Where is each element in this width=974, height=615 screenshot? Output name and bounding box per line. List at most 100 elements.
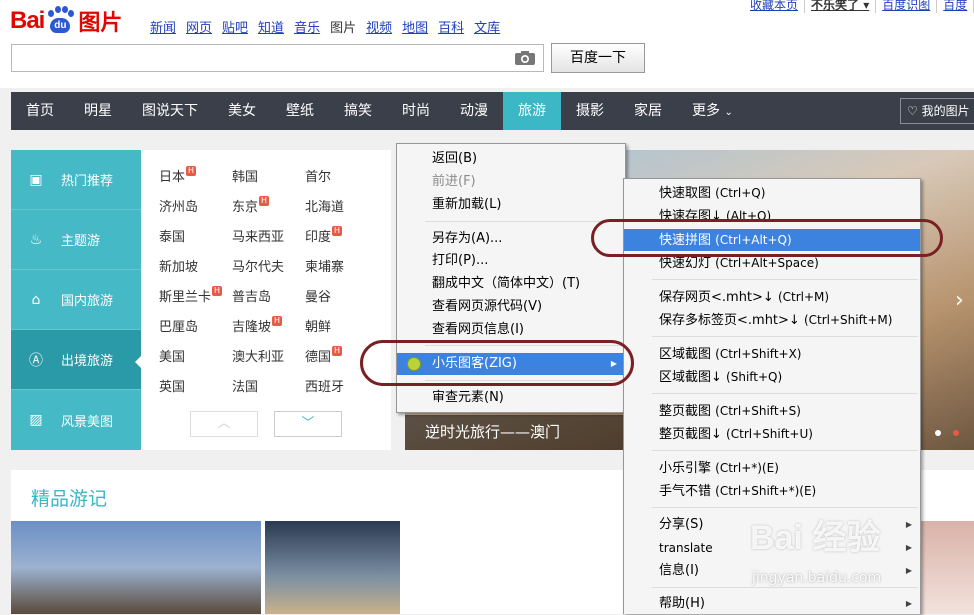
place-item[interactable]: 泰国 <box>159 226 185 245</box>
nav-travel[interactable]: 旅游 <box>503 92 561 130</box>
highlight-ring-stitch <box>591 219 943 257</box>
topnav-web[interactable]: 网页 <box>186 17 212 36</box>
travel-note-image[interactable] <box>265 521 400 614</box>
nav-star[interactable]: 明星 <box>69 92 127 130</box>
submenu-help[interactable]: 帮助(H) ▶ <box>624 593 920 615</box>
topnav-news[interactable]: 新闻 <box>150 17 176 36</box>
topnav-tieba[interactable]: 贴吧 <box>222 17 248 36</box>
menu-inspect[interactable]: 审查元素(N) <box>397 387 625 409</box>
menu-view-info[interactable]: 查看网页信息(I) <box>397 319 625 341</box>
banner-dot[interactable] <box>935 430 941 436</box>
search-button[interactable]: 百度一下 <box>551 43 645 73</box>
category-list: ▣ 热门推荐 ♨ 主题游 ⌂ 国内旅游 Ⓐ 出境旅游 ▨ 风景美图 <box>11 150 141 450</box>
category-domestic[interactable]: ⌂ 国内旅游 <box>11 270 141 330</box>
place-item[interactable]: 印度 H <box>305 226 343 245</box>
topnav-zhidao[interactable]: 知道 <box>258 17 284 36</box>
nav-photo[interactable]: 摄影 <box>561 92 619 130</box>
place-item[interactable]: 柬埔寨 <box>305 256 344 275</box>
topnav-image[interactable]: 图片 <box>330 17 356 36</box>
place-item[interactable]: 朝鲜 <box>305 316 331 335</box>
baidu-image-logo[interactable]: Bai du 图片 <box>10 4 122 38</box>
banner-dot-active[interactable] <box>953 430 959 436</box>
scroll-up-button[interactable]: ︿ <box>190 411 258 437</box>
menu-back[interactable]: 返回(B) <box>397 148 625 170</box>
place-item[interactable]: 曼谷 <box>305 286 331 305</box>
place-item[interactable]: 普吉岛 <box>232 286 271 305</box>
submenu-region-shot-save[interactable]: 区域截图↓ (Shift+Q) <box>624 366 920 388</box>
topnav-map[interactable]: 地图 <box>402 17 428 36</box>
topnav-music[interactable]: 音乐 <box>294 17 320 36</box>
menu-separator <box>652 393 918 394</box>
camera-icon[interactable] <box>514 50 536 66</box>
place-item[interactable]: 英国 <box>159 376 185 395</box>
place-item[interactable]: 东京 H <box>232 196 270 215</box>
more-link[interactable]: 百度 <box>937 0 974 13</box>
submenu-save-page[interactable]: 保存网页<.mht>↓ (Ctrl+M) <box>624 286 920 308</box>
category-theme[interactable]: ♨ 主题游 <box>11 210 141 270</box>
nav-more[interactable]: 更多 ⌄ <box>677 92 748 130</box>
menu-view-source[interactable]: 查看网页源代码(V) <box>397 296 625 318</box>
nav-funny[interactable]: 搞笑 <box>329 92 387 130</box>
nav-world[interactable]: 图说天下 <box>127 92 213 130</box>
place-item[interactable]: 济州岛 <box>159 196 198 215</box>
submenu-region-shot[interactable]: 区域截图 (Ctrl+Shift+X) <box>624 343 920 365</box>
submenu-full-shot[interactable]: 整页截图 (Ctrl+Shift+S) <box>624 400 920 422</box>
submenu-lucky[interactable]: 手气不错 (Ctrl+Shift+*)(E) <box>624 480 920 502</box>
submenu-full-shot-save[interactable]: 整页截图↓ (Ctrl+Shift+U) <box>624 423 920 445</box>
menu-reload[interactable]: 重新加载(L) <box>397 194 625 216</box>
chevron-down-icon: ﹀ <box>301 416 315 431</box>
nav-wallpaper[interactable]: 壁纸 <box>271 92 329 130</box>
place-item[interactable]: 巴厘岛 <box>159 316 198 335</box>
place-item[interactable]: 新加坡 <box>159 256 198 275</box>
tower-icon: Ⓐ <box>29 352 43 369</box>
place-item[interactable]: 美国 <box>159 346 185 365</box>
chevron-down-icon: ⌄ <box>724 107 733 118</box>
topnav-video[interactable]: 视频 <box>366 17 392 36</box>
submenu-save-tabs[interactable]: 保存多标签页<.mht>↓ (Ctrl+Shift+M) <box>624 309 920 331</box>
place-item[interactable]: 澳大利亚 <box>232 346 284 365</box>
search-input[interactable] <box>11 44 544 72</box>
place-item[interactable]: 西班牙 <box>305 376 344 395</box>
category-scenery[interactable]: ▨ 风景美图 <box>11 390 141 450</box>
watermark-logo: Bai 经验 <box>750 519 881 557</box>
topnav-baike[interactable]: 百科 <box>438 17 464 36</box>
scroll-down-button[interactable]: ﹀ <box>274 411 342 437</box>
banner-caption[interactable]: 逆时光旅行——澳门 <box>405 415 625 450</box>
favorite-link[interactable]: 收藏本页 <box>744 0 806 13</box>
banner-next-icon[interactable]: › <box>955 288 964 313</box>
nav-anime[interactable]: 动漫 <box>445 92 503 130</box>
top-nav: 新闻 网页 贴吧 知道 音乐 图片 视频 地图 百科 文库 <box>150 17 510 36</box>
menu-print[interactable]: 打印(P)... <box>397 250 625 272</box>
chevron-up-icon: ︿ <box>217 416 231 431</box>
category-hot[interactable]: ▣ 热门推荐 <box>11 150 141 210</box>
place-item[interactable]: 马尔代夫 <box>232 256 284 275</box>
nav-home-decor[interactable]: 家居 <box>619 92 677 130</box>
nav-fashion[interactable]: 时尚 <box>387 92 445 130</box>
category-pointer <box>135 355 142 369</box>
place-item[interactable]: 吉隆坡 H <box>232 316 283 335</box>
user-menu[interactable]: 不乐笑了 ▾ <box>805 0 877 13</box>
submenu-engine[interactable]: 小乐引擎 (Ctrl+*)(E) <box>624 457 920 479</box>
my-pictures-button[interactable]: ♡ 我的图片 <box>900 98 974 124</box>
submenu-quick-grab[interactable]: 快速取图 (Ctrl+Q) <box>624 182 920 204</box>
place-item[interactable]: 韩国 <box>232 166 258 185</box>
bag-icon: ▣ <box>29 171 43 188</box>
topnav-wenku[interactable]: 文库 <box>474 17 500 36</box>
place-item[interactable]: 德国 H <box>305 346 343 365</box>
place-item[interactable]: 法国 <box>232 376 258 395</box>
menu-forward[interactable]: 前进(F) <box>397 171 625 193</box>
category-outbound[interactable]: Ⓐ 出境旅游 <box>11 330 141 390</box>
nav-home[interactable]: 首页 <box>11 92 69 130</box>
place-item[interactable]: 日本 H <box>159 166 197 185</box>
nav-beauty[interactable]: 美女 <box>213 92 271 130</box>
baidu-shitu-link[interactable]: 百度识图 <box>876 0 938 13</box>
menu-translate[interactable]: 翻成中文（简体中文）(T) <box>397 273 625 295</box>
hot-badge: H <box>332 226 343 236</box>
place-item[interactable]: 首尔 <box>305 166 331 185</box>
travel-note-image[interactable] <box>920 521 974 614</box>
place-item[interactable]: 马来西亚 <box>232 226 284 245</box>
heart-icon: ♡ <box>907 104 918 118</box>
travel-note-image[interactable] <box>11 521 261 614</box>
place-item[interactable]: 斯里兰卡 H <box>159 286 223 305</box>
place-item[interactable]: 北海道 <box>305 196 344 215</box>
